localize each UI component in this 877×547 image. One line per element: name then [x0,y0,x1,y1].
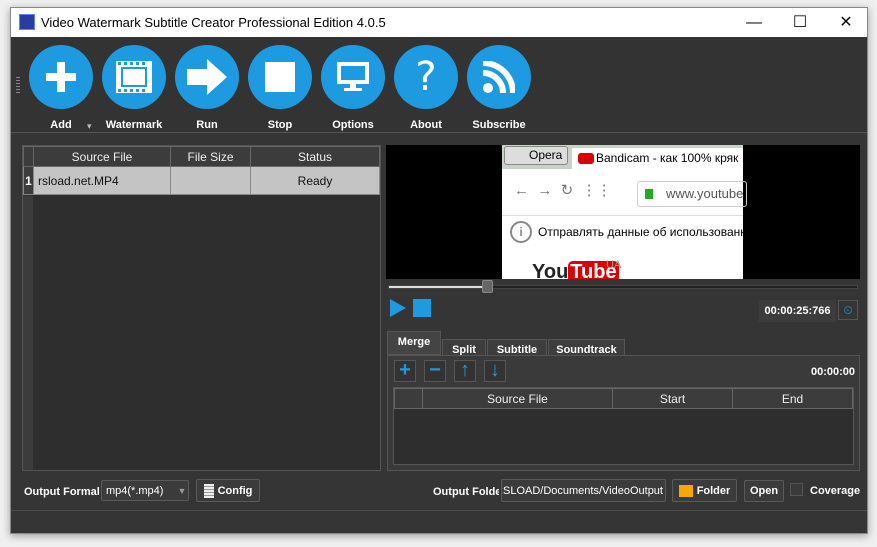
row-status: Ready [250,166,380,195]
row-index: 1 [23,166,34,195]
subscribe-label: Subscribe [472,119,526,131]
merge-total-time: 00:00:00 [810,366,855,378]
col-source-file[interactable]: Source File [33,146,171,167]
about-label: About [410,119,442,131]
chevron-down-icon: ▼ [177,485,187,496]
run-button[interactable]: Run [174,45,240,131]
add-dropdown-arrow[interactable]: ▾ [87,121,92,132]
col-status[interactable]: Status [250,146,380,167]
row-source: rsload.net.MP4 [33,166,171,195]
output-folder-field[interactable]: RSLOAD/Documents/VideoOutput [501,479,666,502]
table-row[interactable]: 1 rsload.net.MP4 Ready [23,166,380,195]
merge-remove-button[interactable]: − [424,360,446,382]
page-tab: Bandicam - как 100% кряк [572,148,743,169]
play-button[interactable] [389,298,407,318]
merge-up-button[interactable]: ↑ [454,360,476,382]
status-divider [11,510,867,511]
tab-merge[interactable]: Merge [387,331,441,355]
seek-bar[interactable] [388,285,858,289]
merge-add-button[interactable]: + [394,360,416,382]
maximize-button[interactable]: ☐ [777,8,823,37]
monitor-icon [321,45,385,109]
video-frame: Opera Bandicam - как 100% кряк ← → ↻ ⋮⋮ … [502,145,747,279]
options-button[interactable]: Options [320,45,386,131]
output-folder-label: Output Folder [433,486,499,498]
nav-arrows-icon: ← → ↻ ⋮⋮ [514,182,612,199]
run-label: Run [196,119,218,131]
col-file-size[interactable]: File Size [170,146,251,167]
add-button[interactable]: Add [28,45,94,131]
options-label: Options [332,119,374,131]
merge-table[interactable]: Source File Start End [393,387,854,465]
about-button[interactable]: ? About [393,45,459,131]
clock-clipboard-icon[interactable]: ⏲ [838,300,858,320]
film-icon [102,45,166,109]
url-bar: www.youtube [637,181,747,207]
col-merge-source[interactable]: Source File [422,388,613,409]
col-start[interactable]: Start [612,388,733,409]
info-icon: i [510,221,532,243]
video-preview[interactable]: Opera Bandicam - как 100% кряк ← → ↻ ⋮⋮ … [386,145,860,279]
merge-down-button[interactable]: ↓ [484,360,506,382]
config-button[interactable]: Config [196,479,260,502]
format-select[interactable]: mp4(*.mp4) ▼ [101,480,189,501]
toolbar-grip[interactable] [16,77,20,93]
coverage-label: Coverage [810,485,861,497]
open-button[interactable]: Open [744,480,784,502]
seek-thumb[interactable] [481,280,493,293]
file-list[interactable]: Source File File Size Status 1 rsload.ne… [22,145,381,471]
opera-tab: Opera [504,146,568,165]
subscribe-button[interactable]: Subscribe [466,45,532,131]
watermark-label: Watermark [105,119,163,131]
stop-icon [248,45,312,109]
folder-button[interactable]: Folder [672,479,737,502]
notice-text: Отправлять данные об использованн [538,225,747,239]
coverage-checkbox[interactable] [790,483,803,496]
time-display: 00:00:25:766 [759,300,836,322]
plus-icon [29,45,93,109]
watermark-button[interactable]: Watermark [101,45,167,131]
lock-icon [645,189,653,199]
close-button[interactable]: ✕ [823,8,869,37]
app-icon [19,14,35,30]
question-icon: ? [394,45,458,109]
app-window: Video Watermark Subtitle Creator Profess… [10,7,868,534]
folder-icon [678,484,693,497]
rss-icon [467,45,531,109]
stop-label: Stop [267,119,293,131]
minimize-button[interactable]: — [731,8,777,37]
window-title: Video Watermark Subtitle Creator Profess… [41,15,386,30]
stop-preview-button[interactable] [413,299,431,317]
toolbar: Add ▾ Watermark Run Stop Options ? About… [11,37,867,133]
region-label: UA [606,259,622,271]
arrow-right-icon [175,45,239,109]
document-icon [203,483,214,498]
col-index [394,388,423,409]
youtube-favicon [578,153,594,164]
stop-button[interactable]: Stop [247,45,313,131]
merge-panel: + − ↑ ↓ 00:00:00 Source File Start End [387,355,860,471]
col-end[interactable]: End [732,388,853,409]
output-format-label: Output Formal [24,486,100,498]
add-label: Add [50,119,72,131]
title-bar: Video Watermark Subtitle Creator Profess… [11,8,867,37]
row-size [170,166,251,195]
